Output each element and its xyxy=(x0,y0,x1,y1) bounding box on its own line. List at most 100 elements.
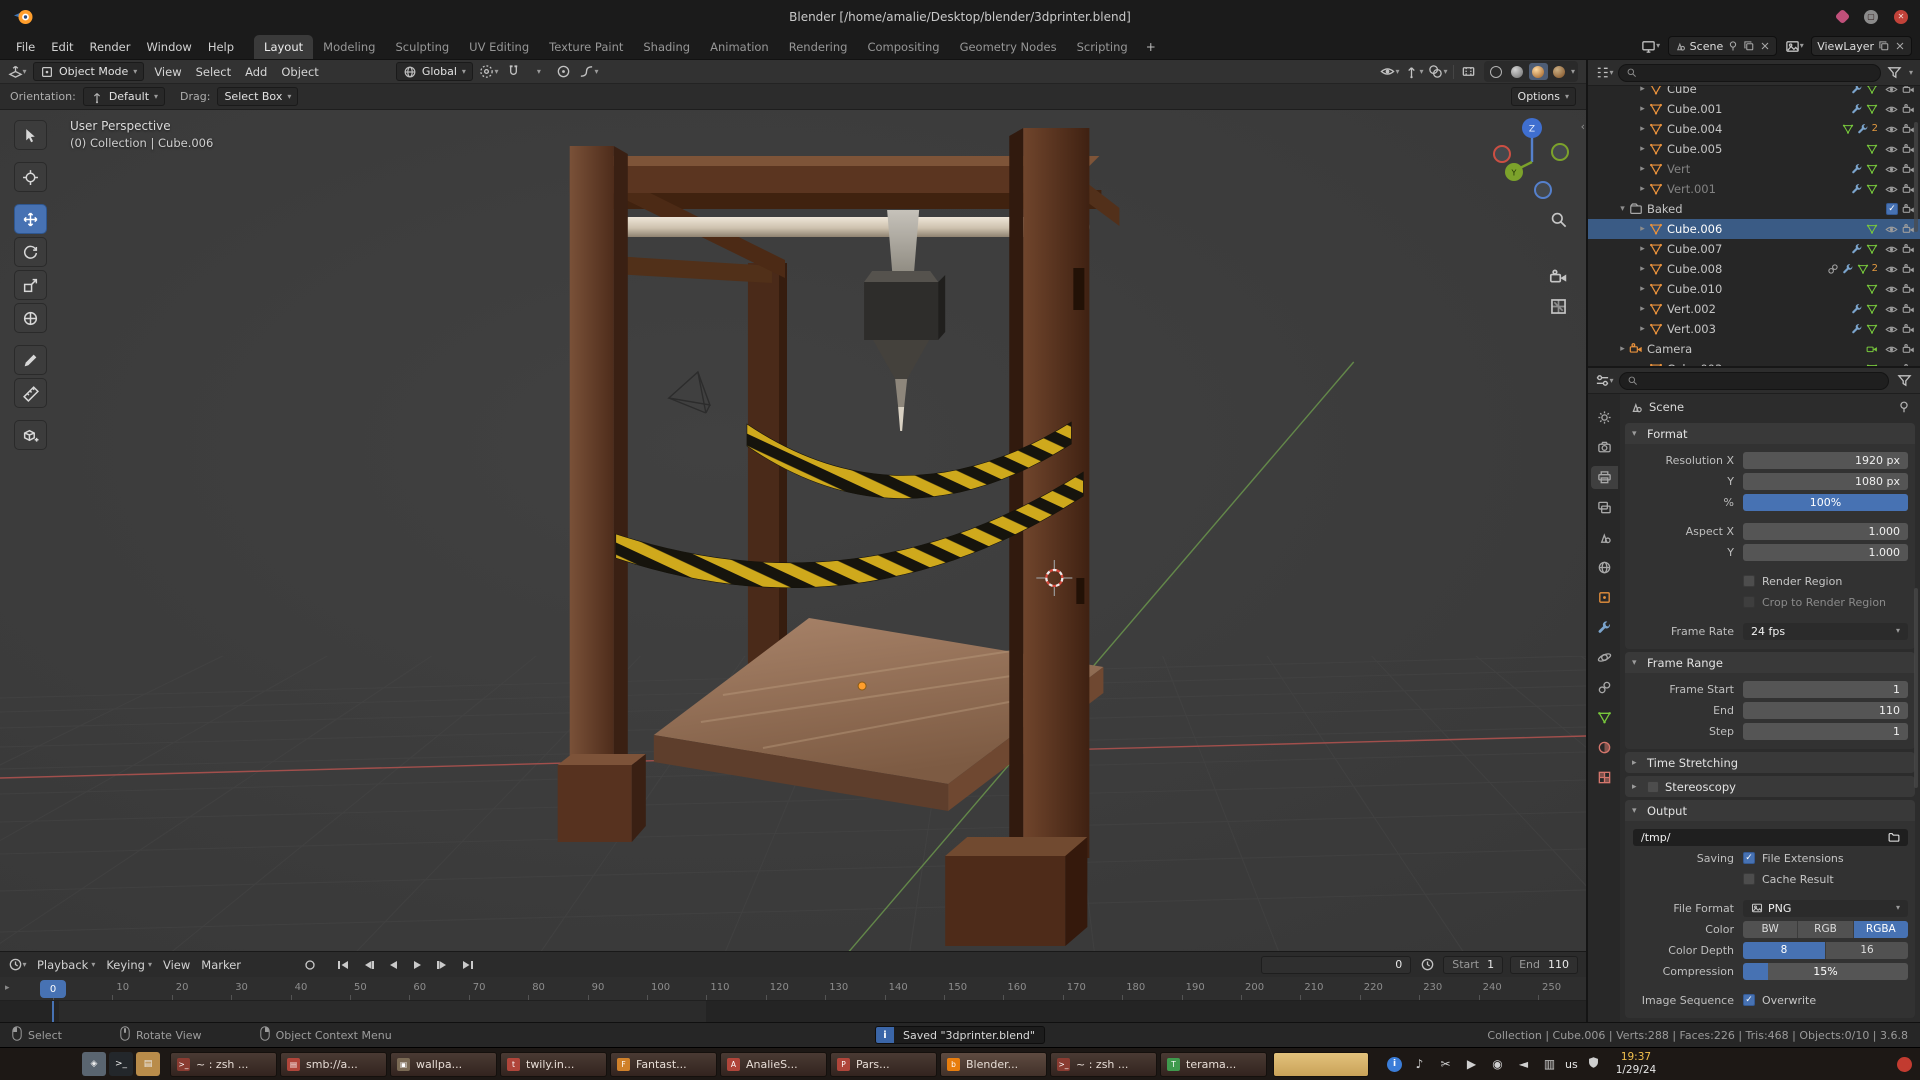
cam-icon[interactable] xyxy=(1902,263,1915,276)
timeline-track[interactable] xyxy=(0,1001,1586,1022)
viewport-menu-add[interactable]: Add xyxy=(242,65,270,79)
transform-orientation-select[interactable]: Global ▾ xyxy=(396,62,473,81)
nextkey-button[interactable] xyxy=(433,957,453,973)
value-field[interactable]: 1 xyxy=(1743,681,1908,698)
outliner-filter-button[interactable] xyxy=(1886,64,1904,82)
cam-icon[interactable] xyxy=(1902,86,1915,96)
annotate-tool[interactable] xyxy=(14,345,47,375)
properties-tab-constraints[interactable] xyxy=(1591,676,1618,699)
cam-icon[interactable] xyxy=(1902,363,1915,367)
orientation-dropdown[interactable]: Default ▾ xyxy=(83,87,165,106)
eye-icon[interactable] xyxy=(1885,86,1898,96)
scene-selector[interactable]: Scene xyxy=(1668,36,1778,56)
value-field[interactable]: 1 xyxy=(1743,723,1908,740)
tab-rendering[interactable]: Rendering xyxy=(779,35,858,59)
blender-logo-icon[interactable] xyxy=(12,7,36,27)
jumpend-button[interactable] xyxy=(458,957,478,973)
checkbox[interactable]: ✓ xyxy=(1743,852,1755,864)
timeline-menu-playback[interactable]: Playback▾ xyxy=(37,958,95,972)
eye-icon[interactable] xyxy=(1885,103,1898,116)
gizmo-neg-z-axis[interactable] xyxy=(1535,182,1551,198)
timeline-expander-arrow[interactable]: ▸ xyxy=(5,983,10,993)
window-button-fantast-[interactable]: FFantast... xyxy=(610,1052,717,1077)
new-viewlayer-icon[interactable] xyxy=(1878,40,1890,52)
window-button-smb-a-[interactable]: ▤smb://a... xyxy=(280,1052,387,1077)
overlays-dropdown[interactable]: ▾ xyxy=(1429,63,1447,81)
playhead-line[interactable] xyxy=(52,1001,54,1022)
jumpstart-button[interactable] xyxy=(333,957,353,973)
perspective-toggle-icon[interactable] xyxy=(1549,297,1568,316)
panel-header-frame-range[interactable]: ▾Frame Range xyxy=(1625,652,1915,673)
outliner-row-cube[interactable]: ▸Cube xyxy=(1588,86,1920,99)
viewport-menu-view[interactable]: View xyxy=(151,65,184,79)
tab-shading[interactable]: Shading xyxy=(633,35,700,59)
playhead-marker[interactable]: 0 xyxy=(40,980,66,998)
shading-wireframe-button[interactable] xyxy=(1487,63,1506,80)
eye-icon[interactable] xyxy=(1885,343,1898,356)
checkbox[interactable]: ✓ xyxy=(1743,994,1755,1006)
tab-scripting[interactable]: Scripting xyxy=(1067,35,1138,59)
panel-header-output[interactable]: ▾Output xyxy=(1625,800,1915,821)
outliner-row-cube.005[interactable]: ▸Cube.005 xyxy=(1588,139,1920,159)
sidebar-toggle-arrow[interactable]: ‹ xyxy=(1581,120,1585,133)
properties-tab-tool[interactable] xyxy=(1591,406,1618,429)
outliner-row-cube.010[interactable]: ▸Cube.010 xyxy=(1588,279,1920,299)
disclosure-arrow[interactable]: ▸ xyxy=(1636,104,1649,114)
eye-icon[interactable] xyxy=(1885,363,1898,367)
gizmo-neg-y-axis[interactable] xyxy=(1552,144,1568,160)
remove-viewlayer-icon[interactable] xyxy=(1894,40,1906,52)
properties-tab-modifiers[interactable] xyxy=(1591,616,1618,639)
eye-icon[interactable] xyxy=(1885,123,1898,136)
add-workspace-button[interactable]: + xyxy=(1138,35,1164,59)
launcher-icon-3[interactable]: ▤ xyxy=(136,1052,160,1076)
properties-tab-world[interactable] xyxy=(1591,556,1618,579)
properties-tab-texture[interactable] xyxy=(1591,766,1618,789)
properties-tab-physics[interactable] xyxy=(1591,646,1618,669)
keep-above-button[interactable] xyxy=(1835,9,1851,25)
timeline-menu-view[interactable]: View xyxy=(163,958,190,972)
disclosure-arrow[interactable]: ▸ xyxy=(1636,284,1649,294)
window-button-pars-[interactable]: PPars... xyxy=(830,1052,937,1077)
window-button-wallpa-[interactable]: ▣wallpa... xyxy=(390,1052,497,1077)
properties-filter-button[interactable] xyxy=(1895,372,1913,390)
tray-icon-7[interactable]: ▥ xyxy=(1541,1057,1558,1071)
cam-icon[interactable] xyxy=(1902,283,1915,296)
menu-file[interactable]: File xyxy=(8,35,43,59)
visibility-dropdown[interactable]: ▾ xyxy=(1381,63,1399,81)
outliner-row-cube.007[interactable]: ▸Cube.007 xyxy=(1588,239,1920,259)
close-button[interactable]: ✕ xyxy=(1894,10,1908,24)
tab-animation[interactable]: Animation xyxy=(700,35,779,59)
options-dropdown[interactable]: Options ▾ xyxy=(1511,87,1576,106)
disclosure-arrow[interactable]: ▸ xyxy=(1616,344,1629,354)
measure-tool[interactable] xyxy=(14,378,47,408)
camera-view-icon[interactable] xyxy=(1549,268,1568,287)
window-button-analies-[interactable]: AAnalieS... xyxy=(720,1052,827,1077)
keyboard-layout-indicator[interactable]: us xyxy=(1565,1058,1578,1071)
eye-icon[interactable] xyxy=(1885,163,1898,176)
new-scene-icon[interactable] xyxy=(1743,40,1755,52)
disclosure-arrow[interactable]: ▸ xyxy=(1636,184,1649,194)
drag-dropdown[interactable]: Select Box ▾ xyxy=(217,87,298,106)
shield-icon[interactable] xyxy=(1585,1056,1602,1072)
current-frame-field[interactable]: 0 xyxy=(1261,956,1411,974)
zoom-icon[interactable] xyxy=(1549,210,1568,229)
window-button--zsh-[interactable]: >_~ : zsh ... xyxy=(1050,1052,1157,1077)
timeline-ruler[interactable]: ▸ 01020304050607080901001101201301401501… xyxy=(0,977,1586,1001)
transform-tool[interactable] xyxy=(14,303,47,333)
slider-field[interactable]: 100% xyxy=(1743,494,1908,511)
outliner-row-vert.001[interactable]: ▸Vert.001 xyxy=(1588,179,1920,199)
snap-toggle[interactable] xyxy=(505,63,523,81)
outliner-options-caret[interactable]: ▾ xyxy=(1909,69,1913,77)
outliner-row-baked[interactable]: ▾Baked✓ xyxy=(1588,199,1920,219)
panel-header-time-stretching[interactable]: ▸Time Stretching xyxy=(1625,752,1915,773)
value-field[interactable]: 110 xyxy=(1743,702,1908,719)
preview-range-icon[interactable] xyxy=(1418,956,1436,974)
menu-edit[interactable]: Edit xyxy=(43,35,81,59)
tab-compositing[interactable]: Compositing xyxy=(857,35,949,59)
launcher-icon-1[interactable]: ◈ xyxy=(82,1052,106,1076)
window-button-blender-[interactable]: bBlender... xyxy=(940,1052,1047,1077)
menu-help[interactable]: Help xyxy=(200,35,242,59)
disclosure-arrow[interactable]: ▸ xyxy=(1636,124,1649,134)
move-tool[interactable] xyxy=(14,204,47,234)
tray-icon-1[interactable]: i xyxy=(1387,1057,1402,1072)
